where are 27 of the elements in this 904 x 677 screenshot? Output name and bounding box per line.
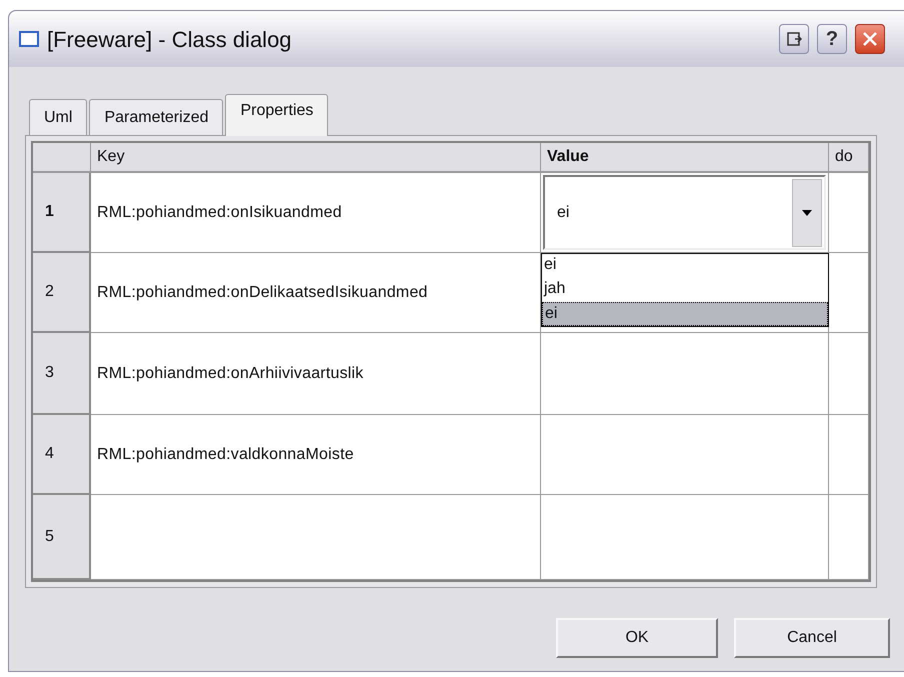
dropdown-option[interactable]: ei: [542, 302, 828, 326]
dropdown-option[interactable]: ei: [542, 254, 828, 278]
close-button[interactable]: [855, 24, 885, 54]
value-dropdown[interactable]: ei: [543, 175, 826, 250]
key-cell: RML:pohiandmed:onArhiivivaartuslik: [91, 333, 541, 415]
tab[interactable]: Properties: [225, 94, 328, 136]
key-cell: RML:pohiandmed:valdkonnaMoiste: [91, 415, 541, 495]
dropdown-value: ei: [556, 202, 570, 222]
tab[interactable]: Uml: [29, 99, 88, 135]
dialog-button[interactable]: Cancel: [734, 618, 890, 658]
dropdown-option[interactable]: jah: [542, 278, 828, 302]
caret-icon: [802, 210, 812, 216]
column-header[interactable]: do: [829, 143, 869, 173]
dialog-button[interactable]: OK: [556, 618, 718, 658]
tab[interactable]: Parameterized: [89, 99, 224, 135]
row-header[interactable]: 5: [33, 495, 91, 580]
column-header[interactable]: Value: [541, 143, 829, 173]
column-header[interactable]: Key: [91, 143, 541, 173]
row-header[interactable]: 4: [33, 415, 91, 495]
restore-button[interactable]: [779, 24, 809, 54]
row-header[interactable]: 3: [33, 333, 91, 415]
close-icon: [862, 31, 878, 47]
row-header[interactable]: 2: [33, 253, 91, 333]
window-title: [Freeware] - Class dialog: [47, 26, 293, 54]
help-button[interactable]: ?: [817, 24, 847, 54]
row-header[interactable]: 1: [33, 173, 91, 253]
key-cell: RML:pohiandmed:onIsikuandmed: [91, 173, 541, 253]
